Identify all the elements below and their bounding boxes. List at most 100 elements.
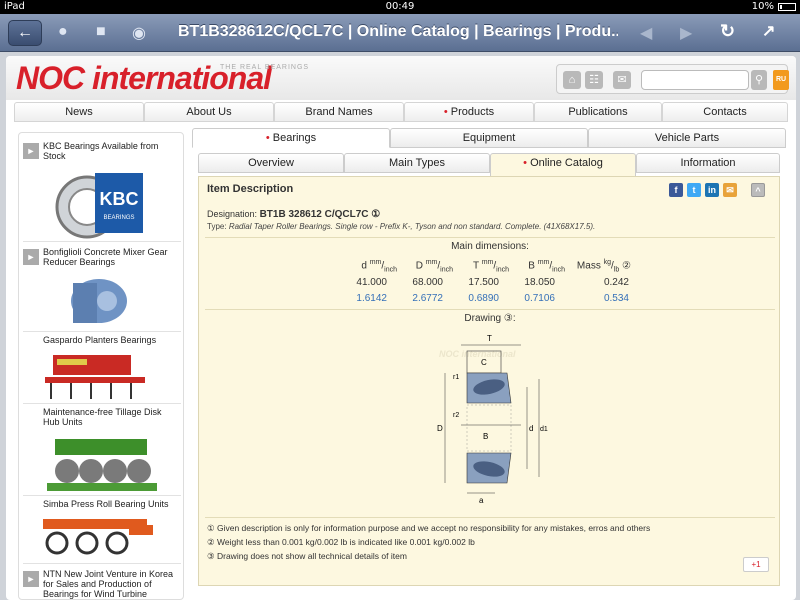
collapse-icon[interactable]: ^ [751,183,765,197]
sidebar-item-label: Bonfiglioli Concrete Mixer Gear Reducer … [43,247,168,267]
main-dimensions-title: Main dimensions: [451,241,529,252]
value-mass-kg: 0.242 [603,277,629,288]
tillage-image [47,439,157,491]
header-tools: ⌂ ☷ ✉ ⚲ RU [556,64,789,94]
contacts-icon[interactable]: ● [58,23,68,41]
nav-contacts[interactable]: Contacts [662,102,788,122]
google-plus-button[interactable]: +1 [743,557,769,572]
tab-label: Online Catalog [530,157,603,169]
drawing-title: Drawing ③: [464,313,516,324]
col-B-header: B mm/inch [528,259,565,274]
col-symbol: D [415,260,423,272]
tab-main-types[interactable]: Main Types [344,153,490,173]
tab-bearings[interactable]: • Bearings [192,128,390,148]
nav-brand-names[interactable]: Brand Names [274,102,404,122]
divider [205,237,775,238]
messages-icon[interactable]: ■ [96,23,106,41]
sidebar-item-label: NTN New Joint Venture in Korea for Sales… [43,569,174,599]
sidebar-item-label: Simba Press Roll Bearing Units [43,499,169,509]
back-button[interactable]: ← [8,20,42,46]
nav-publications[interactable]: Publications [534,102,662,122]
nav-label: Contacts [703,106,747,118]
footnote-1: ① Given description is only for informat… [207,523,651,533]
refresh-icon[interactable]: ↻ [720,21,735,42]
tab-information[interactable]: Information [636,153,780,173]
sidebar-item-label: Maintenance-free Tillage Disk Hub Units [43,407,162,427]
nav-products[interactable]: • Products [404,102,534,122]
unit-bottom: lb [613,266,620,274]
nav-news[interactable]: News [14,102,144,122]
tab-online-catalog[interactable]: • Online Catalog [490,153,636,177]
catalog-panel: • Bearings Equipment Vehicle Parts Overv… [192,128,786,600]
value-T-inch: 0.6890 [468,293,499,304]
unit-top: kg [603,259,612,266]
label-r2: r2 [453,412,459,419]
mail-icon[interactable]: ✉ [613,71,631,89]
tab-label: Vehicle Parts [654,132,720,144]
label-r1: r1 [453,374,459,381]
tab-label: Bearings [272,132,317,144]
prev-arrow-icon[interactable]: ◀ [640,23,652,43]
label-C: C [481,358,487,367]
kbc-bearing-image: KBC BEARINGS [55,173,143,239]
col-symbol: Mass [576,260,601,272]
sidebar-item-label: Gaspardo Planters Bearings [43,335,157,345]
value-mass-lb: 0.534 [603,293,629,304]
col-d-header: d mm/inch [361,259,397,274]
nav-label: Products [450,106,495,118]
unit-top: mm [481,259,494,266]
nav-about-us[interactable]: About Us [144,102,274,122]
label-B: B [483,432,488,441]
label-a: a [479,496,484,505]
sitemap-icon[interactable]: ☷ [585,71,603,89]
kbc-logo-text: KBC [100,189,139,209]
label-d: d [529,424,533,433]
main-nav: News About Us Brand Names • Products Pub… [14,102,788,122]
tab-vehicle-parts[interactable]: Vehicle Parts [588,128,786,148]
col-symbol: T [472,260,479,272]
divider [23,495,181,496]
page-title: BT1B328612C/QCL7C | Online Catalog | Bea… [178,23,618,40]
divider [23,331,181,332]
status-bar: iPad 00:49 10% [0,0,800,14]
value-B-mm: 18.050 [524,277,555,288]
search-input[interactable] [641,70,749,90]
twitter-icon[interactable]: t [687,183,701,197]
tab-overview[interactable]: Overview [198,153,344,173]
type-label: Type: [207,222,227,231]
press-roll-image [43,519,153,555]
nav-label: Brand Names [305,106,373,118]
value-d-mm: 41.000 [356,277,387,288]
tab-label: Equipment [462,132,516,144]
email-share-icon[interactable]: ✉ [723,183,737,197]
value-D-inch: 2.6772 [412,293,443,304]
browser-toolbar: ← ● ■ ◉ BT1B328612C/QCL7C | Online Catal… [0,14,800,52]
unit-top: mm [537,259,550,266]
unit-bottom: inch [552,266,565,274]
home-icon[interactable]: ⌂ [563,71,581,89]
section-heading: Item Description [207,183,294,195]
sidebar-item-label: KBC Bearings Available from Stock [43,141,159,161]
search-icon[interactable]: ⚲ [751,70,767,90]
facebook-icon[interactable]: f [669,183,683,197]
divider [205,517,775,518]
col-T-header: T mm/inch [472,259,509,274]
label-T: T [487,334,492,343]
drawing-watermark: NOC international [439,349,516,359]
designation-value: BT1B 328612 C/QCL7C ① [259,209,381,220]
footnote-marker: ② [622,260,631,272]
battery-percent: 10% [751,1,774,12]
next-arrow-icon[interactable]: ▶ [680,23,692,43]
news-sidebar: ► KBC Bearings Available from Stock KBC … [18,132,184,600]
active-dot: • [265,132,273,144]
tab-equipment[interactable]: Equipment [390,128,588,148]
value-D-mm: 68.000 [412,277,443,288]
linkedin-icon[interactable]: in [705,183,719,197]
divider [23,403,181,404]
globe-icon[interactable]: ◉ [132,23,146,43]
share-icon[interactable]: ↗ [762,21,775,41]
footnote-3: ③ Drawing does not show all technical de… [207,551,407,561]
value-d-inch: 1.6142 [356,293,387,304]
language-button[interactable]: RU [773,70,789,90]
divider [23,241,181,242]
